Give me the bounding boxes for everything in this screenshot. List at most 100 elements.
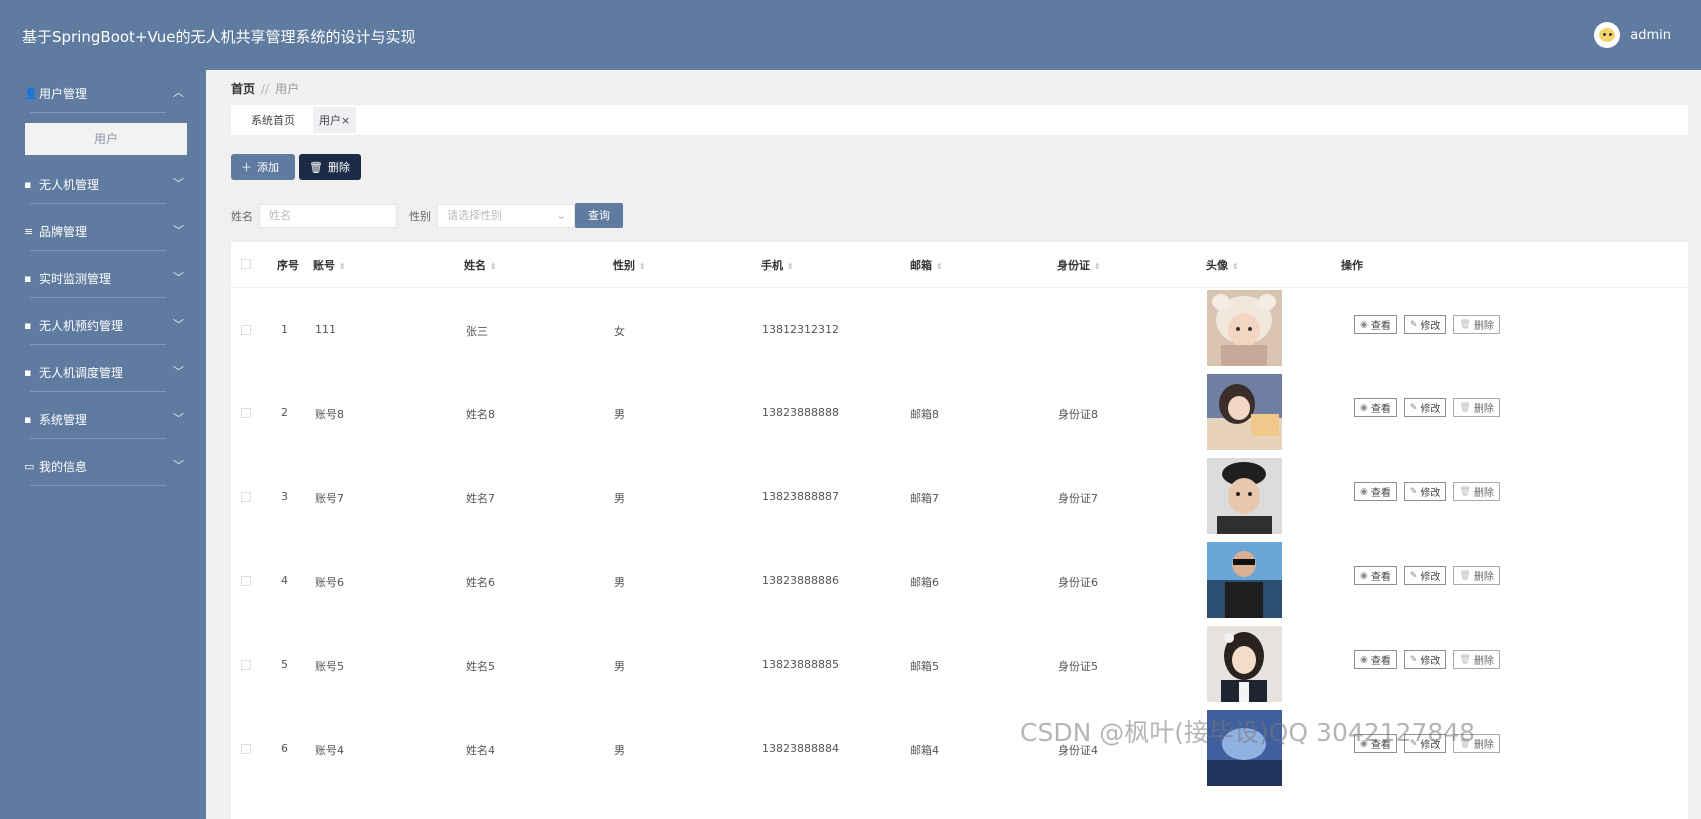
sort-icon[interactable]: ⇕ <box>1232 262 1239 271</box>
chevron-down-icon: ﹀ <box>173 365 184 378</box>
delete-row-button[interactable]: 🗑 删除 <box>1453 315 1500 334</box>
delete-label: 删除 <box>1473 572 1494 583</box>
col-idcard[interactable]: 身份证 ⇕ <box>1057 257 1101 273</box>
row-checkbox[interactable] <box>241 744 251 754</box>
trash-icon: 🗑 <box>1459 654 1471 665</box>
username[interactable]: admin <box>1630 28 1671 43</box>
sort-icon[interactable]: ⇕ <box>1094 262 1101 271</box>
row-checkbox[interactable] <box>241 325 251 335</box>
col-avatar[interactable]: 头像 ⇕ <box>1206 257 1239 273</box>
avatar-image[interactable] <box>1207 290 1282 366</box>
app-title: 基于SpringBoot+Vue的无人机共享管理系统的设计与实现 <box>22 28 416 46</box>
sort-icon[interactable]: ⇕ <box>787 262 794 271</box>
col-phone[interactable]: 手机 ⇕ <box>761 257 794 273</box>
edit-button[interactable]: ✎ 修改 <box>1403 398 1447 417</box>
delete-button[interactable]: 🗑 删除 <box>299 154 361 180</box>
col-label: 性别 <box>613 259 635 272</box>
view-button[interactable]: ◉ 查看 <box>1354 482 1397 501</box>
col-name[interactable]: 姓名 ⇕ <box>464 257 497 273</box>
chevron-down-icon: ﹀ <box>173 224 184 237</box>
view-button[interactable]: ◉ 查看 <box>1354 398 1397 417</box>
sidebar-item-drone-booking[interactable]: ▪ 无人机预约管理 ﹀ <box>0 302 206 349</box>
table-row: 4 账号6 姓名6 男 13823888886 邮箱6 身份证6 ◉ 查看 ✎ 修改… <box>231 540 1688 624</box>
view-button[interactable]: ◉ 查看 <box>1354 566 1397 585</box>
divider <box>30 391 166 392</box>
sidebar-item-realtime-monitoring[interactable]: ▪ 实时监测管理 ﹀ <box>0 255 206 302</box>
cell-gender: 男 <box>614 576 625 589</box>
edit-label: 修改 <box>1420 572 1441 583</box>
search-bar: 姓名 姓名 性别 请选择性别 ⌄ 查询 <box>231 203 623 228</box>
view-button[interactable]: ◉ 查看 <box>1354 315 1397 334</box>
delete-row-button[interactable]: 🗑 删除 <box>1453 566 1500 585</box>
breadcrumb-home[interactable]: 首页 <box>231 82 255 96</box>
sidebar-item-drone-management[interactable]: ▪ 无人机管理 ﹀ <box>0 161 206 208</box>
cell-gender: 男 <box>614 408 625 421</box>
sort-icon[interactable]: ⇕ <box>936 262 943 271</box>
clipboard-icon: ▪ <box>24 319 32 332</box>
row-checkbox[interactable] <box>241 660 251 670</box>
cell-idcard: 身份证7 <box>1058 492 1098 505</box>
tab-bar: 系统首页 用户× <box>231 105 1688 135</box>
name-search-input[interactable]: 姓名 <box>259 203 397 228</box>
add-button[interactable]: ＋ 添加 <box>231 154 295 180</box>
col-label: 身份证 <box>1057 259 1090 272</box>
user-avatar[interactable] <box>1594 22 1621 48</box>
select-all-checkbox[interactable] <box>241 259 251 269</box>
edit-button[interactable]: ✎ 修改 <box>1403 650 1447 669</box>
breadcrumb-separator: // <box>261 82 270 96</box>
col-email[interactable]: 邮箱 ⇕ <box>910 257 943 273</box>
id-card-icon: ▭ <box>24 460 35 473</box>
edit-button[interactable]: ✎ 修改 <box>1403 315 1447 334</box>
sidebar-item-user-management[interactable]: 👤 用户管理 ︿ <box>0 70 206 117</box>
row-checkbox[interactable] <box>241 492 251 502</box>
cell-index: 6 <box>281 742 288 755</box>
row-checkbox[interactable] <box>241 408 251 418</box>
row-checkbox[interactable] <box>241 576 251 586</box>
add-button-label: 添加 <box>257 161 279 174</box>
delete-row-button[interactable]: 🗑 删除 <box>1453 482 1500 501</box>
sidebar-item-brand-management[interactable]: ≡ 品牌管理 ﹀ <box>0 208 206 255</box>
sidebar-item-system-management[interactable]: ▪ 系统管理 ﹀ <box>0 396 206 443</box>
sidebar-subitem-user[interactable]: 用户 <box>25 123 187 155</box>
eye-icon: ◉ <box>1360 570 1368 581</box>
edit-label: 修改 <box>1420 404 1441 415</box>
delete-label: 删除 <box>1473 404 1494 415</box>
user-menu[interactable]: admin <box>1594 22 1671 48</box>
delete-row-button[interactable]: 🗑 删除 <box>1453 650 1500 669</box>
sidebar-item-my-info[interactable]: ▭ 我的信息 ﹀ <box>0 443 206 490</box>
col-account[interactable]: 账号 ⇕ <box>313 257 346 273</box>
avatar-image[interactable] <box>1207 374 1282 450</box>
sidebar: 👤 用户管理 ︿ 用户 ▪ 无人机管理 ﹀ ≡ 品牌管理 ﹀ ▪ 实时监测管理 … <box>0 70 206 819</box>
avatar-image[interactable] <box>1207 626 1282 702</box>
col-gender[interactable]: 性别 ⇕ <box>613 257 646 273</box>
tab-user[interactable]: 用户× <box>313 107 357 133</box>
sort-icon[interactable]: ⇕ <box>339 262 346 271</box>
view-button[interactable]: ◉ 查看 <box>1354 650 1397 669</box>
delete-row-button[interactable]: 🗑 删除 <box>1453 398 1500 417</box>
edit-button[interactable]: ✎ 修改 <box>1403 566 1447 585</box>
tab-system-home[interactable]: 系统首页 <box>245 107 301 133</box>
cell-email: 邮箱6 <box>910 576 939 589</box>
cell-name: 姓名6 <box>466 576 495 589</box>
cell-gender: 女 <box>614 325 625 338</box>
top-header: 基于SpringBoot+Vue的无人机共享管理系统的设计与实现 admin <box>0 0 1701 70</box>
cell-email: 邮箱7 <box>910 492 939 505</box>
sidebar-item-drone-dispatch[interactable]: ▪ 无人机调度管理 ﹀ <box>0 349 206 396</box>
cell-name: 姓名5 <box>466 660 495 673</box>
trash-icon: 🗑 <box>1459 570 1471 581</box>
table-row: 1 111 张三 女 13812312312 ◉ 查看 ✎ 修改 🗑 删除 <box>231 288 1688 372</box>
query-button[interactable]: 查询 <box>575 203 623 228</box>
sort-icon[interactable]: ⇕ <box>639 262 646 271</box>
avatar-image[interactable] <box>1207 458 1282 534</box>
gender-select[interactable]: 请选择性别 ⌄ <box>437 203 575 228</box>
sidebar-item-label: 系统管理 <box>39 413 88 427</box>
edit-button[interactable]: ✎ 修改 <box>1403 482 1447 501</box>
avatar-image[interactable] <box>1207 542 1282 618</box>
cell-gender: 男 <box>614 744 625 757</box>
sort-icon[interactable]: ⇕ <box>490 262 497 271</box>
cell-account: 账号8 <box>315 408 344 421</box>
table-row: 2 账号8 姓名8 男 13823888888 邮箱8 身份证8 ◉ 查看 ✎ 修改… <box>231 372 1688 456</box>
cell-phone: 13823888885 <box>762 658 839 671</box>
cell-name: 张三 <box>466 325 488 338</box>
cell-index: 4 <box>281 574 288 587</box>
